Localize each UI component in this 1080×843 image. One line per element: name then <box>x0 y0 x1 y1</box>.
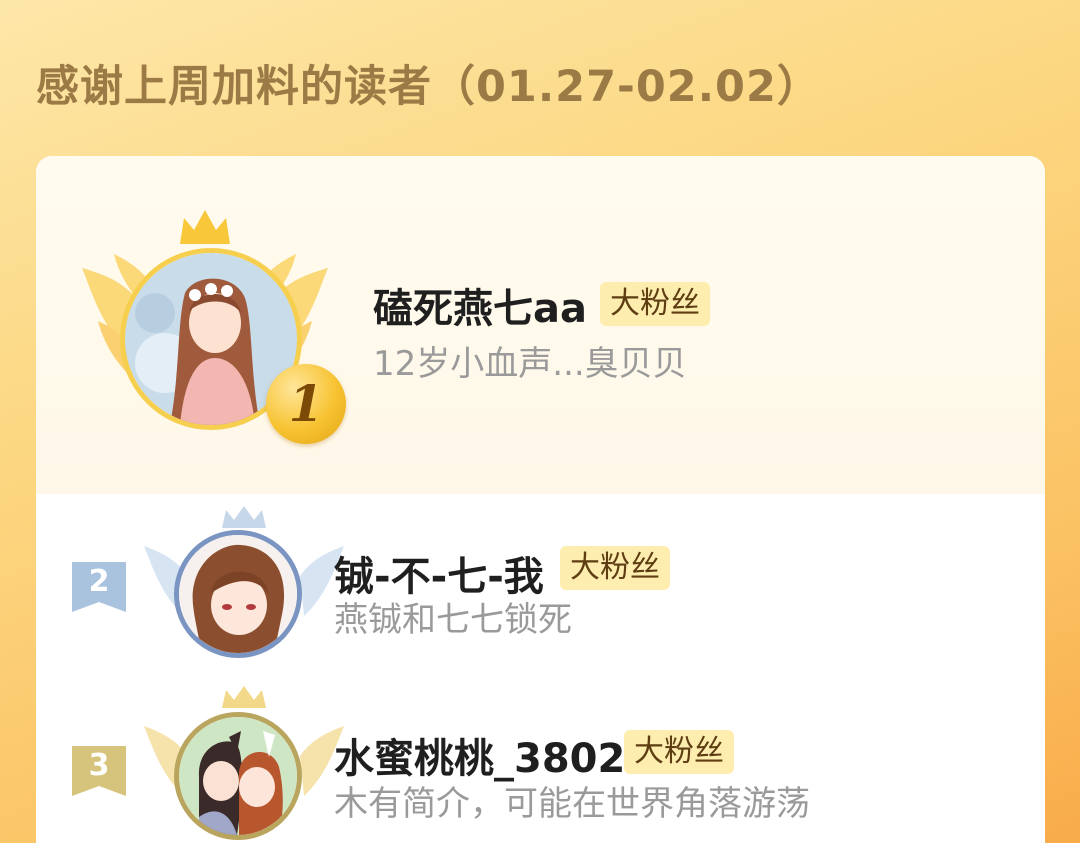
reader-1-fan-badge: 大粉丝 <box>600 282 710 326</box>
reader-3-avatar[interactable] <box>174 712 302 840</box>
reader-3-fan-badge: 大粉丝 <box>624 730 734 774</box>
anime-boy-avatar-icon <box>179 535 297 653</box>
reader-3-bio: 木有简介，可能在世界角落游荡 <box>334 784 810 824</box>
rank-2-flag: 2 <box>72 562 126 612</box>
rank-1-badge: 1 <box>80 206 346 446</box>
rank-2-number: 2 <box>88 564 110 599</box>
leaderboard-card: 1 磕死燕七aa 大粉丝 12岁小血声...臭贝贝 2 铖-不-七-我 大粉丝 … <box>36 156 1045 843</box>
reader-1-name[interactable]: 磕死燕七aa <box>373 276 587 334</box>
reader-2-avatar[interactable] <box>174 530 302 658</box>
reader-2-bio: 燕铖和七七锁死 <box>334 600 572 640</box>
rank-3-number: 3 <box>88 748 110 783</box>
rank-1-number: 1 <box>266 364 346 444</box>
rank-3-flag: 3 <box>72 746 126 796</box>
page-title: 感谢上周加料的读者（01.27-02.02） <box>36 62 821 112</box>
reader-2-fan-badge: 大粉丝 <box>560 546 670 590</box>
reader-1-bio: 12岁小血声...臭贝贝 <box>373 344 687 384</box>
anime-couple-avatar-icon <box>179 717 297 835</box>
